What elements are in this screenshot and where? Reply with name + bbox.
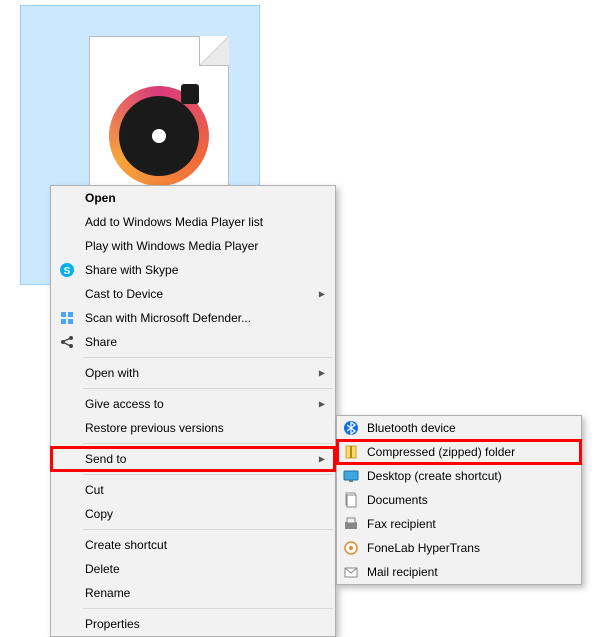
send-to-item-bluetooth-device[interactable]: Bluetooth device: [337, 416, 581, 440]
menu-item-label: Restore previous versions: [85, 421, 224, 435]
context-menu-separator: [83, 443, 333, 444]
context-menu-item-send-to[interactable]: Send to ▶: [51, 447, 335, 471]
send-to-item-fax-recipient[interactable]: Fax recipient: [337, 512, 581, 536]
menu-item-label: Bluetooth device: [367, 421, 456, 435]
menu-item-label: FoneLab HyperTrans: [367, 541, 480, 555]
chevron-right-icon: ▶: [319, 455, 325, 464]
context-menu-item-cut[interactable]: Cut: [51, 478, 335, 502]
context-menu-separator: [83, 529, 333, 530]
context-menu-item-create-shortcut[interactable]: Create shortcut: [51, 533, 335, 557]
context-menu-item-copy[interactable]: Copy: [51, 502, 335, 526]
context-menu-separator: [83, 608, 333, 609]
music-file-icon: [109, 86, 209, 186]
menu-item-label: Add to Windows Media Player list: [85, 215, 263, 229]
context-menu-item-scan-with-microsoft-defender[interactable]: Scan with Microsoft Defender...: [51, 306, 335, 330]
menu-item-label: Compressed (zipped) folder: [367, 445, 515, 459]
menu-item-label: Properties: [85, 617, 140, 631]
menu-item-label: Cast to Device: [85, 287, 163, 301]
menu-item-label: Send to: [85, 452, 126, 466]
menu-item-label: Scan with Microsoft Defender...: [85, 311, 251, 325]
send-to-item-compressed-zipped-folder[interactable]: Compressed (zipped) folder: [337, 440, 581, 464]
context-menu-separator: [83, 388, 333, 389]
hypertrans-icon: [343, 540, 359, 556]
fax-icon: [343, 516, 359, 532]
context-menu-separator: [83, 357, 333, 358]
context-menu: Open Add to Windows Media Player list Play…: [50, 185, 336, 637]
menu-item-label: Rename: [85, 586, 130, 600]
share-icon: [59, 334, 75, 350]
send-to-submenu: Bluetooth device Compressed (zipped) fold…: [336, 415, 582, 585]
send-to-item-desktop-create-shortcut[interactable]: Desktop (create shortcut): [337, 464, 581, 488]
menu-item-label: Fax recipient: [367, 517, 436, 531]
bluetooth-icon: [343, 420, 359, 436]
context-menu-separator: [83, 474, 333, 475]
menu-item-label: Delete: [85, 562, 120, 576]
menu-item-label: Open: [85, 191, 116, 205]
chevron-right-icon: ▶: [319, 369, 325, 378]
zip-icon: [343, 444, 359, 460]
mail-icon: [343, 564, 359, 580]
menu-item-label: Give access to: [85, 397, 164, 411]
context-menu-item-delete[interactable]: Delete: [51, 557, 335, 581]
context-menu-item-add-to-windows-media-player-list[interactable]: Add to Windows Media Player list: [51, 210, 335, 234]
desktop-icon: [343, 468, 359, 484]
menu-item-label: Cut: [85, 483, 104, 497]
page-fold: [199, 36, 229, 66]
context-menu-item-give-access-to[interactable]: Give access to ▶: [51, 392, 335, 416]
svg-text:S: S: [64, 266, 71, 277]
skype-icon: S: [59, 262, 75, 278]
documents-icon: [343, 492, 359, 508]
context-menu-item-restore-previous-versions[interactable]: Restore previous versions: [51, 416, 335, 440]
menu-item-label: Share: [85, 335, 117, 349]
context-menu-item-open[interactable]: Open: [51, 186, 335, 210]
chevron-right-icon: ▶: [319, 290, 325, 299]
menu-item-label: Desktop (create shortcut): [367, 469, 502, 483]
send-to-item-documents[interactable]: Documents: [337, 488, 581, 512]
context-menu-item-rename[interactable]: Rename: [51, 581, 335, 605]
context-menu-item-share[interactable]: Share: [51, 330, 335, 354]
context-menu-item-play-with-windows-media-player[interactable]: Play with Windows Media Player: [51, 234, 335, 258]
menu-item-label: Open with: [85, 366, 139, 380]
menu-item-label: Create shortcut: [85, 538, 167, 552]
menu-item-label: Copy: [85, 507, 113, 521]
send-to-item-mail-recipient[interactable]: Mail recipient: [337, 560, 581, 584]
send-to-item-fonelab-hypertrans[interactable]: FoneLab HyperTrans: [337, 536, 581, 560]
context-menu-item-open-with[interactable]: Open with ▶: [51, 361, 335, 385]
chevron-right-icon: ▶: [319, 400, 325, 409]
menu-item-label: Mail recipient: [367, 565, 438, 579]
menu-item-label: Play with Windows Media Player: [85, 239, 258, 253]
context-menu-item-share-with-skype[interactable]: S Share with Skype: [51, 258, 335, 282]
menu-item-label: Documents: [367, 493, 428, 507]
context-menu-item-cast-to-device[interactable]: Cast to Device ▶: [51, 282, 335, 306]
menu-item-label: Share with Skype: [85, 263, 178, 277]
context-menu-item-properties[interactable]: Properties: [51, 612, 335, 636]
defender-icon: [59, 310, 75, 326]
